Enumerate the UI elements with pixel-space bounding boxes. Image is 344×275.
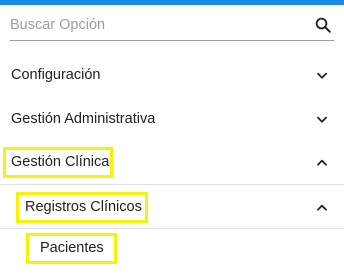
menu-item-configuracion[interactable]: Configuración: [0, 58, 344, 92]
menu-item-gestion-clinica[interactable]: Gestión Clínica: [0, 145, 344, 183]
search-icon[interactable]: [314, 16, 332, 34]
menu-item-label: Gestión Clínica: [11, 154, 110, 170]
divider: [0, 228, 344, 229]
search-input[interactable]: [10, 12, 300, 38]
search-box: [10, 12, 334, 41]
submenu-item-registros-clinicos[interactable]: Registros Clínicos: [0, 190, 344, 228]
submenu-item-label: Pacientes: [40, 240, 104, 256]
menu-item-gestion-administrativa[interactable]: Gestión Administrativa: [0, 102, 344, 136]
menu-item-label: Gestión Administrativa: [11, 111, 156, 127]
divider: [0, 184, 344, 185]
chevron-up-icon[interactable]: [315, 201, 329, 215]
chevron-down-icon[interactable]: [315, 113, 329, 127]
chevron-up-icon[interactable]: [315, 156, 329, 170]
menu-item-label: Configuración: [11, 67, 101, 83]
submenu-item-label: Registros Clínicos: [25, 199, 142, 215]
top-accent-bar: [0, 0, 344, 5]
chevron-down-icon[interactable]: [315, 69, 329, 83]
submenu-item-pacientes[interactable]: Pacientes: [0, 232, 344, 268]
